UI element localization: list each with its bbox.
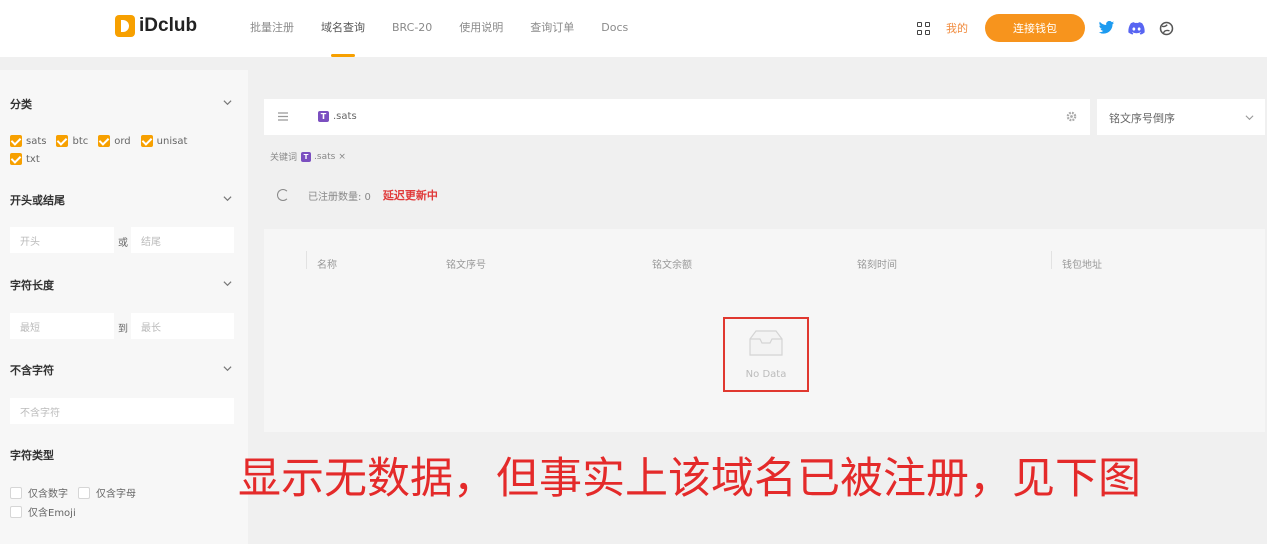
no-data-text: No Data (745, 369, 787, 380)
keyword-filter: 关键词 T .sats × (270, 150, 346, 163)
twitter-icon[interactable] (1097, 19, 1115, 37)
logo-mark-icon (115, 15, 135, 37)
annotation-caption: 显示无数据，但事实上该域名已被注册，见下图 (238, 454, 1141, 504)
sort-selected-value: 铭文序号倒序 (1109, 112, 1175, 125)
checkbox-label: 仅含数字 (28, 489, 68, 500)
checkbox-label: sats (26, 135, 47, 147)
connect-wallet-button[interactable]: 连接钱包 (985, 14, 1085, 42)
category-title: 分类 (10, 98, 32, 111)
column-header-wallet-address: 钱包地址 (1062, 260, 1102, 271)
tag-type-icon: T (318, 111, 329, 122)
checkbox-unisat[interactable] (140, 135, 153, 147)
prefix-input[interactable]: 开头 (10, 227, 114, 253)
chevron-down-icon[interactable] (223, 194, 232, 203)
nav-instructions[interactable]: 使用说明 (459, 0, 503, 57)
logo-text: iDclub (139, 15, 198, 36)
chevron-down-icon[interactable] (223, 279, 232, 288)
max-length-input[interactable]: 最长 (131, 313, 234, 339)
column-header-name: 名称 (317, 260, 337, 271)
header-actions: 我的 连接钱包 (917, 14, 1175, 42)
char-type-title: 字符类型 (10, 449, 54, 462)
close-icon[interactable]: × (338, 152, 346, 162)
column-header-inscription-balance: 铭文余额 (652, 260, 692, 271)
filter-sidebar: 分类 sats btc ord unisat txt 开头或结尾 开头 或 结尾… (0, 70, 248, 544)
tag-type-icon: T (301, 151, 312, 162)
keyword-chip-text: .sats (314, 151, 336, 162)
chevron-down-icon[interactable] (223, 364, 232, 373)
checkbox-label: 仅含字母 (96, 489, 136, 500)
suffix-input[interactable]: 结尾 (131, 227, 234, 253)
delay-status: 延迟更新中 (382, 189, 438, 202)
results-table: 名称 铭文序号 铭文余额 铭刻时间 钱包地址 No Data (264, 229, 1265, 432)
checkbox-sats[interactable] (10, 135, 22, 147)
refresh-icon[interactable] (277, 189, 289, 201)
char-type-options-row-2: 仅含Emoji (10, 504, 86, 519)
grid-icon[interactable] (917, 21, 930, 35)
column-header-inscription-number: 铭文序号 (446, 260, 486, 271)
top-header: iDclub 批量注册 域名查询 BRC-20 使用说明 查询订单 Docs 我… (0, 0, 1267, 57)
checkbox-btc[interactable] (56, 135, 69, 147)
nav-orders[interactable]: 查询订单 (530, 0, 574, 57)
exclude-input[interactable]: 不含字符 (10, 398, 234, 424)
sort-select[interactable]: 铭文序号倒序 (1097, 99, 1265, 135)
column-divider (306, 251, 307, 269)
checkbox-label: ord (114, 135, 131, 147)
exclude-title: 不含字符 (10, 364, 54, 377)
nav-brc20[interactable]: BRC-20 (392, 0, 432, 57)
globe-icon[interactable] (1157, 19, 1175, 37)
checkbox-label: btc (72, 135, 89, 147)
length-title: 字符长度 (10, 279, 54, 292)
checkbox-ord[interactable] (98, 135, 111, 147)
keyword-label: 关键词 (270, 153, 298, 163)
column-header-inscribe-time: 铭刻时间 (857, 260, 897, 271)
category-options: sats btc ord unisat (10, 135, 197, 147)
empty-state-highlight: No Data (723, 317, 809, 392)
keyword-chip[interactable]: T .sats × (301, 151, 346, 162)
discord-icon[interactable] (1127, 19, 1145, 37)
category-options-row-2: txt (10, 153, 50, 165)
checkbox-txt[interactable] (10, 153, 22, 165)
checkbox-letters-only[interactable] (78, 486, 90, 499)
empty-box-icon (749, 330, 783, 356)
status-row: 已注册数量: 0 延迟更新中 (277, 187, 438, 203)
search-input[interactable]: .sats (333, 111, 357, 122)
logo[interactable]: iDclub (115, 15, 197, 37)
to-label: 到 (118, 324, 128, 335)
my-link[interactable]: 我的 (946, 20, 968, 36)
nav-batch-register[interactable]: 批量注册 (250, 0, 294, 57)
gear-icon[interactable] (1066, 111, 1077, 122)
checkbox-digits-only[interactable] (10, 486, 22, 499)
prefix-suffix-title: 开头或结尾 (10, 194, 65, 207)
registered-count: 已注册数量: 0 (308, 191, 371, 203)
min-length-input[interactable]: 最短 (10, 313, 114, 339)
nav-domain-search[interactable]: 域名查询 (321, 0, 365, 57)
main-nav: 批量注册 域名查询 BRC-20 使用说明 查询订单 Docs (250, 0, 655, 57)
char-type-options: 仅含数字 仅含字母 (10, 485, 146, 500)
checkbox-label: txt (26, 153, 40, 165)
checkbox-label: 仅含Emoji (28, 508, 76, 519)
nav-docs[interactable]: Docs (601, 0, 628, 57)
chevron-down-icon[interactable] (223, 98, 232, 107)
domain-search-box[interactable]: T .sats (264, 99, 1090, 135)
checkbox-emoji-only[interactable] (10, 505, 22, 518)
column-divider (1051, 251, 1052, 269)
list-icon[interactable] (278, 112, 288, 121)
chevron-down-icon (1245, 115, 1254, 121)
or-label: 或 (118, 238, 128, 249)
checkbox-label: unisat (156, 135, 188, 147)
